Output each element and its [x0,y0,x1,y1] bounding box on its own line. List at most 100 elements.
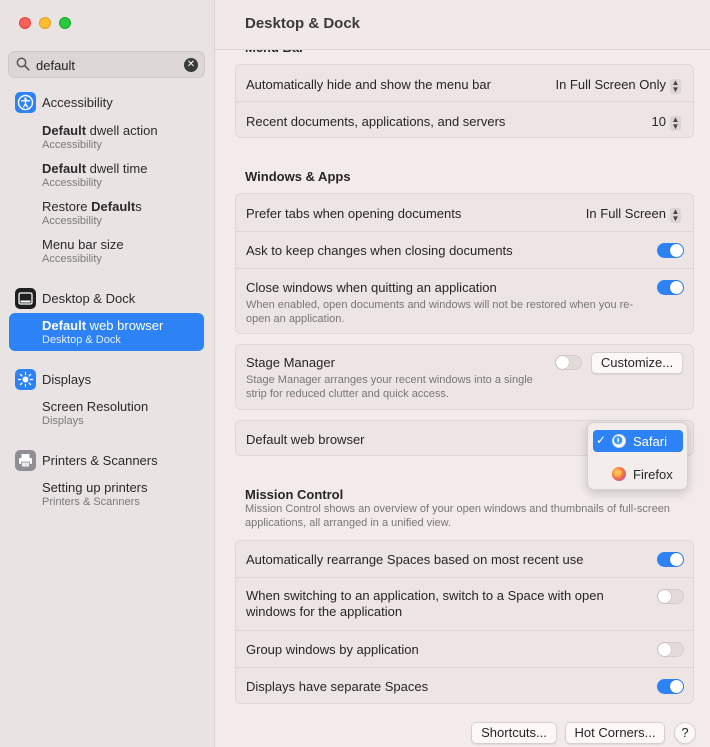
customize-button[interactable]: Customize... [591,352,683,374]
sidebar-item-label: Displays [42,372,92,387]
setting-row: Prefer tabs when opening documents In Fu… [236,194,693,232]
result-highlight: Default [42,123,87,138]
dock-icon [15,288,36,309]
toggle-knob [670,244,683,257]
result-subtitle: Accessibility [42,215,102,227]
setting-row: Close windows when quitting an applicati… [236,269,693,333]
sidebar: default ✕ Accessibility Default dwell ac… [0,0,215,747]
help-button[interactable]: ? [674,722,696,744]
toggle-knob [658,590,671,603]
mission-control-desc: Mission Control shows an overview of you… [245,503,670,529]
prefer-tabs-popup[interactable]: In Full Screen ▲ ▼ [586,206,681,223]
result-title: Screen Resolution [42,399,149,414]
result-subtitle: Desktop & Dock [42,334,121,346]
toggle-knob [670,281,683,294]
group-windows-label: Group windows by application [246,642,419,657]
toggle-knob [670,680,683,693]
autohide-label: Automatically hide and show the menu bar [246,77,491,92]
setting-row: Ask to keep changes when closing documen… [236,232,693,269]
result-subtitle: Accessibility [42,253,102,265]
recent-popup[interactable]: 10 ▲ ▼ [652,114,681,131]
browser-label: Default web browser [246,432,365,447]
setting-row: When switching to an application, switch… [236,578,693,631]
search-result[interactable]: Menu bar size Accessibility [42,237,207,265]
rearrange-label: Automatically rearrange Spaces based on … [246,552,584,567]
autohide-value: In Full Screen Only [555,77,666,92]
settings-pane: Desktop & Dock Menu Bar Automatically hi… [215,0,710,747]
setting-row: Displays have separate Spaces [236,668,693,704]
section-header-mission-control: Mission Control [245,487,344,502]
search-field[interactable]: default ✕ [8,51,205,78]
stage-manager-label: Stage Manager [246,355,335,370]
separate-spaces-label: Displays have separate Spaces [246,679,429,694]
result-subtitle: Displays [42,415,84,427]
mission-control-card: Automatically rearrange Spaces based on … [235,540,694,704]
titlebar: Desktop & Dock [215,0,710,50]
menu-item-safari[interactable]: ✓ Safari [593,430,683,452]
shortcuts-button[interactable]: Shortcuts... [471,722,557,744]
accessibility-icon [15,92,36,113]
stage-manager-desc: Stage Manager arranges your recent windo… [246,374,533,400]
search-result[interactable]: Setting up printers Printers & Scanners [42,480,207,508]
safari-icon [612,434,626,448]
result-highlight: Default [42,161,87,176]
result-title: Restore [42,199,92,214]
result-subtitle: Printers & Scanners [42,496,140,508]
zoom-window-button[interactable] [59,17,71,29]
search-icon [16,57,30,71]
stage-manager-card: Stage Manager Stage Manager arranges you… [235,344,694,410]
result-subtitle: Accessibility [42,139,102,151]
hot-corners-button[interactable]: Hot Corners... [565,722,665,744]
firefox-icon [612,467,626,481]
switch-space-label: When switching to an application, switch… [246,588,604,619]
page-title: Desktop & Dock [245,15,361,32]
result-highlight: Default [91,199,136,214]
switch-space-toggle[interactable] [657,589,684,604]
ask-keep-label: Ask to keep changes when closing documen… [246,243,513,258]
prefer-tabs-value: In Full Screen [585,206,666,221]
result-highlight: Default [42,318,87,333]
search-result-selected[interactable]: Default web browser Desktop & Dock [9,313,204,351]
minimize-window-button[interactable] [39,17,51,29]
displays-icon [15,369,36,390]
sidebar-item-label: Desktop & Dock [42,291,136,306]
setting-row: Automatically rearrange Spaces based on … [236,541,693,578]
setting-row: Automatically hide and show the menu bar… [236,65,693,102]
rearrange-toggle[interactable] [657,552,684,567]
chevron-updown-icon: ▲ ▼ [670,207,681,223]
stage-manager-toggle[interactable] [555,355,582,370]
search-input[interactable]: default [36,58,75,73]
autohide-popup[interactable]: In Full Screen Only ▲ ▼ [555,77,681,94]
setting-row: Group windows by application [236,631,693,668]
section-header-windows-apps: Windows & Apps [245,169,351,184]
browser-dropdown-menu: ✓ Safari Firefox [587,422,688,490]
close-window-button[interactable] [19,17,31,29]
result-title: dwell time [86,161,148,176]
recent-label: Recent documents, applications, and serv… [246,114,506,129]
search-result[interactable]: Default dwell time Accessibility [42,161,207,189]
setting-row: Recent documents, applications, and serv… [236,102,693,138]
result-title: Menu bar size [42,237,124,252]
search-result[interactable]: Restore Defaults Accessibility [42,199,207,227]
recent-value: 10 [651,114,666,129]
search-result[interactable]: Screen Resolution Displays [42,399,207,427]
prefer-tabs-label: Prefer tabs when opening documents [246,206,462,221]
printer-icon [15,450,36,471]
menubar-card: Automatically hide and show the menu bar… [235,64,694,138]
result-title: web browser [86,318,164,333]
chevron-updown-icon: ▲ ▼ [670,115,681,131]
clear-icon[interactable]: ✕ [184,58,198,72]
menu-item-firefox[interactable]: Firefox [593,463,683,485]
close-windows-toggle[interactable] [657,280,684,295]
result-title: dwell action [86,123,158,138]
close-windows-label: Close windows when quitting an applicati… [246,280,497,295]
group-windows-toggle[interactable] [657,642,684,657]
result-title: s [135,199,142,214]
chevron-updown-icon: ▲ ▼ [670,78,681,94]
separate-spaces-toggle[interactable] [657,679,684,694]
ask-keep-toggle[interactable] [657,243,684,258]
result-title: Setting up printers [42,480,148,495]
search-result[interactable]: Default dwell action Accessibility [42,123,207,151]
toggle-knob [670,553,683,566]
toggle-knob [658,643,671,656]
